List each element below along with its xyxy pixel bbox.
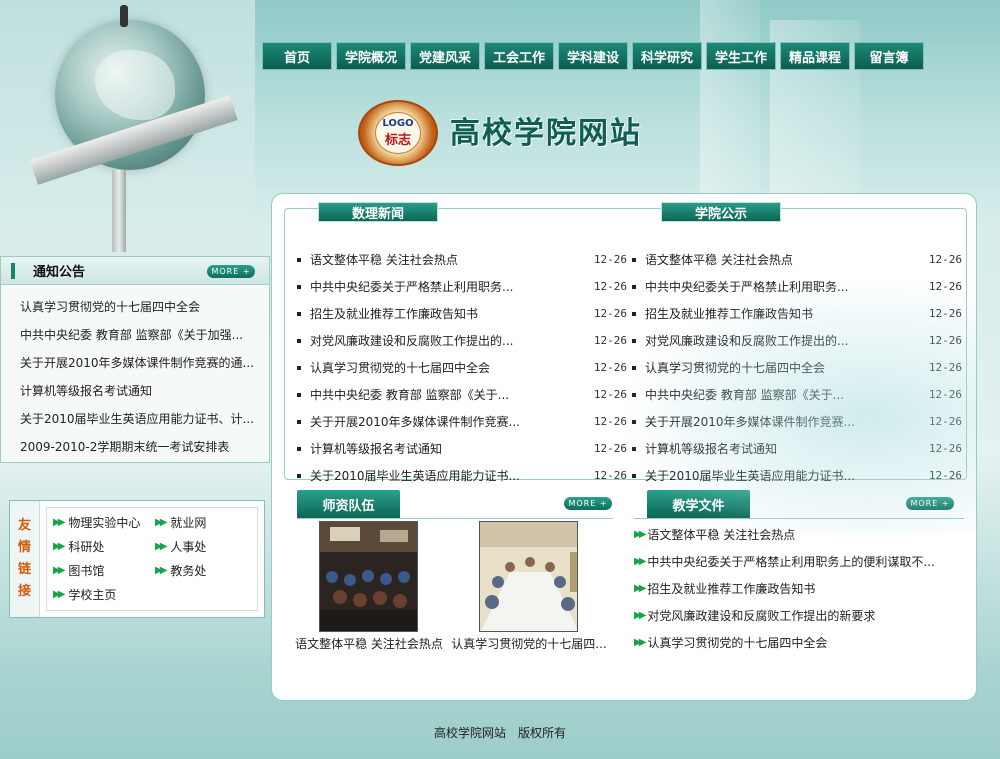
- double-arrow-icon: ▶▶: [53, 540, 66, 552]
- statue-image: [120, 5, 128, 27]
- list-item[interactable]: ▶▶ 中共中央纪委关于严格禁止利用职务上的便利谋取不...: [634, 548, 964, 575]
- list-item[interactable]: 中共中央纪委关于严格禁止利用职务... 12-26: [297, 273, 627, 300]
- nav-home[interactable]: 首页: [262, 42, 332, 70]
- nav-union[interactable]: 工会工作: [484, 42, 554, 70]
- list-item[interactable]: 对党风廉政建设和反腐败工作提出的... 12-26: [632, 327, 962, 354]
- conference-photo-image: [480, 522, 577, 631]
- site-logo[interactable]: LOGO 标志: [358, 100, 438, 166]
- meeting-photo-image: [320, 522, 417, 631]
- teacher-caption-1[interactable]: 语文整体平稳 关注社会热点: [289, 635, 449, 652]
- teachers-header: 师资队伍: [297, 490, 400, 518]
- footer: 高校学院网站 版权所有: [0, 724, 1000, 741]
- double-arrow-icon: ▶▶: [155, 564, 168, 576]
- list-item[interactable]: ▶▶ 认真学习贯彻党的十七届四中全会: [634, 629, 964, 656]
- list-item[interactable]: 认真学习贯彻党的十七届四中全会 12-26: [297, 354, 627, 381]
- list-item[interactable]: 计算机等级报名考试通知 12-26: [632, 435, 962, 462]
- teachers-more-button[interactable]: MORE +: [564, 497, 612, 510]
- nav-about[interactable]: 学院概况: [336, 42, 406, 70]
- notice-panel: 通知公告 MORE + 认真学习贯彻党的十七届四中全会 中共中央纪委 教育部 监…: [0, 256, 270, 463]
- nav-students[interactable]: 学生工作: [706, 42, 776, 70]
- link-physics-lab[interactable]: ▶▶ 物理实验中心: [53, 510, 155, 534]
- footer-site-name: 高校学院网站: [433, 726, 506, 740]
- double-arrow-icon: ▶▶: [634, 637, 647, 648]
- friend-links-box: 友 情 链 接 ▶▶ 物理实验中心 ▶▶ 就业网 ▶▶ 科研处 ▶▶ 人事处 ▶▶ 图书馆…: [9, 500, 265, 618]
- double-arrow-icon: ▶▶: [53, 588, 66, 600]
- teachers-title[interactable]: 师资队伍: [297, 490, 400, 518]
- tab-science-news[interactable]: 数理新闻: [318, 202, 438, 222]
- link-library[interactable]: ▶▶ 图书馆: [53, 558, 155, 582]
- notice-item[interactable]: 关于开展2010年多媒体课件制作竞赛的通...: [20, 349, 260, 377]
- list-item[interactable]: ▶▶ 对党风廉政建设和反腐败工作提出的新要求: [634, 602, 964, 629]
- link-school-home[interactable]: ▶▶ 学校主页: [53, 582, 155, 606]
- nav-guestbook[interactable]: 留言簿: [854, 42, 924, 70]
- notice-list: 认真学习贯彻党的十七届四中全会 中共中央纪委 教育部 监察部《关于加强... 关…: [1, 285, 269, 461]
- nav-research[interactable]: 科学研究: [632, 42, 702, 70]
- science-news-list: 语文整体平稳 关注社会热点 12-26 中共中央纪委关于严格禁止利用职务... 12…: [297, 246, 627, 489]
- list-item[interactable]: 认真学习贯彻党的十七届四中全会 12-26: [632, 354, 962, 381]
- list-item[interactable]: 对党风廉政建设和反腐败工作提出的... 12-26: [297, 327, 627, 354]
- logo-text-en: LOGO: [382, 118, 414, 129]
- link-research-office[interactable]: ▶▶ 科研处: [53, 534, 155, 558]
- link-employment[interactable]: ▶▶ 就业网: [155, 510, 257, 534]
- list-item[interactable]: 中共中央纪委关于严格禁止利用职务... 12-26: [632, 273, 962, 300]
- list-item[interactable]: 招生及就业推荐工作廉政告知书 12-26: [632, 300, 962, 327]
- main-nav: 首页 学院概况 党建风采 工会工作 学科建设 科学研究 学生工作 精品课程 留言…: [262, 42, 924, 70]
- friend-links-grid: ▶▶ 物理实验中心 ▶▶ 就业网 ▶▶ 科研处 ▶▶ 人事处 ▶▶ 图书馆 ▶▶ 教务处 ▶…: [46, 507, 258, 611]
- link-hr-office[interactable]: ▶▶ 人事处: [155, 534, 257, 558]
- docs-title[interactable]: 教学文件: [647, 490, 750, 518]
- college-notices-list: 语文整体平稳 关注社会热点 12-26 中共中央纪委关于严格禁止利用职务... 12…: [632, 246, 962, 489]
- double-arrow-icon: ▶▶: [53, 516, 66, 528]
- teacher-caption-2[interactable]: 认真学习贯彻党的十七届四...: [449, 635, 609, 652]
- list-item[interactable]: ▶▶ 语文整体平稳 关注社会热点: [634, 521, 964, 548]
- list-item[interactable]: 关于开展2010年多媒体课件制作竞赛... 12-26: [297, 408, 627, 435]
- double-arrow-icon: ▶▶: [155, 540, 168, 552]
- notice-item[interactable]: 认真学习贯彻党的十七届四中全会: [20, 293, 260, 321]
- link-academic-affairs[interactable]: ▶▶ 教务处: [155, 558, 257, 582]
- logo-text-cn: 标志: [384, 133, 411, 148]
- friend-links-label: 友 情 链 接: [10, 501, 40, 617]
- bridge-pillar: [112, 170, 126, 252]
- notice-header: 通知公告 MORE +: [1, 257, 269, 285]
- list-item[interactable]: 语文整体平稳 关注社会热点 12-26: [632, 246, 962, 273]
- docs-list: ▶▶ 语文整体平稳 关注社会热点 ▶▶ 中共中央纪委关于严格禁止利用职务上的便利谋取…: [634, 521, 964, 656]
- footer-copyright: 版权所有: [518, 726, 567, 740]
- docs-more-button[interactable]: MORE +: [906, 497, 954, 510]
- list-item[interactable]: 关于2010届毕业生英语应用能力证书... 12-26: [297, 462, 627, 489]
- notice-more-button[interactable]: MORE +: [207, 265, 255, 278]
- list-item[interactable]: 计算机等级报名考试通知 12-26: [297, 435, 627, 462]
- news-box: 数理新闻 学院公示 语文整体平稳 关注社会热点 12-26 中共中央纪委关于严格禁…: [284, 202, 967, 483]
- notice-item[interactable]: 关于2010届毕业生英语应用能力证书、计...: [20, 405, 260, 433]
- nav-discipline[interactable]: 学科建设: [558, 42, 628, 70]
- double-arrow-icon: ▶▶: [634, 583, 647, 594]
- main-content-panel: 数理新闻 学院公示 语文整体平稳 关注社会热点 12-26 中共中央纪委关于严格禁…: [271, 193, 977, 701]
- notice-item[interactable]: 计算机等级报名考试通知: [20, 377, 260, 405]
- teacher-photo-1[interactable]: [319, 521, 418, 632]
- list-item[interactable]: 关于2010届毕业生英语应用能力证书... 12-26: [632, 462, 962, 489]
- double-arrow-icon: ▶▶: [634, 610, 647, 621]
- tab-college-notices[interactable]: 学院公示: [661, 202, 781, 222]
- notice-title: 通知公告: [33, 265, 86, 280]
- list-item[interactable]: 语文整体平稳 关注社会热点 12-26: [297, 246, 627, 273]
- notice-item[interactable]: 中共中央纪委 教育部 监察部《关于加强...: [20, 321, 260, 349]
- teacher-photo-2[interactable]: [479, 521, 578, 632]
- list-item[interactable]: 关于开展2010年多媒体课件制作竞赛... 12-26: [632, 408, 962, 435]
- list-item[interactable]: 中共中央纪委 教育部 监察部《关于... 12-26: [632, 381, 962, 408]
- list-item[interactable]: 招生及就业推荐工作廉政告知书 12-26: [297, 300, 627, 327]
- double-arrow-icon: ▶▶: [53, 564, 66, 576]
- building-decoration: [700, 0, 760, 210]
- site-title: 高校学院网站: [450, 116, 642, 151]
- double-arrow-icon: ▶▶: [155, 516, 168, 528]
- nav-party[interactable]: 党建风采: [410, 42, 480, 70]
- list-item[interactable]: 中共中央纪委 教育部 监察部《关于... 12-26: [297, 381, 627, 408]
- docs-header: 教学文件: [647, 490, 750, 518]
- notice-item[interactable]: 2009-2010-2学期期末统一考试安排表: [20, 433, 260, 461]
- double-arrow-icon: ▶▶: [634, 529, 647, 540]
- double-arrow-icon: ▶▶: [634, 556, 647, 567]
- nav-courses[interactable]: 精品课程: [780, 42, 850, 70]
- list-item[interactable]: ▶▶ 招生及就业推荐工作廉政告知书: [634, 575, 964, 602]
